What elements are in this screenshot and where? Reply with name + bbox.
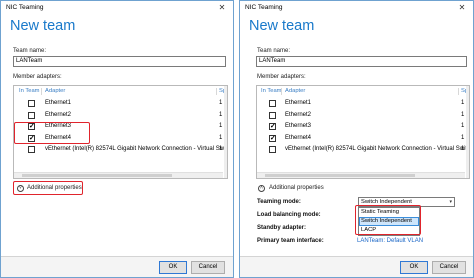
checkbox[interactable] xyxy=(28,100,35,107)
team-name-label: Team name: xyxy=(257,48,291,54)
teaming-mode-label: Teaming mode: xyxy=(257,199,301,205)
vertical-scrollbar[interactable] xyxy=(466,86,469,178)
team-name-label: Team name: xyxy=(13,48,47,54)
highlight-teaming-mode-options xyxy=(355,205,421,235)
checkbox[interactable] xyxy=(28,146,35,153)
dropdown-arrow-icon: ▾ xyxy=(449,199,452,205)
list-item[interactable]: Ethernet11 G xyxy=(14,98,227,109)
cancel-button[interactable]: Cancel xyxy=(191,261,225,274)
vertical-scrollbar[interactable] xyxy=(224,86,227,178)
column-adapter[interactable]: Adapter xyxy=(285,86,305,97)
checkbox[interactable] xyxy=(28,111,35,119)
table-header: In Team Adapter Sp xyxy=(257,86,469,97)
additional-properties-link[interactable]: Additional properties xyxy=(269,185,324,191)
collapse-chevron-icon[interactable]: ˄ xyxy=(258,185,265,192)
member-adapters-table: In Team Adapter Sp Ethernet11 GEthernet2… xyxy=(256,85,470,179)
cancel-button[interactable]: Cancel xyxy=(432,261,466,274)
horizontal-scrollbar[interactable] xyxy=(257,172,465,178)
list-item[interactable]: ✓Ethernet41 G xyxy=(257,133,469,144)
checkbox-checked[interactable]: ✓ xyxy=(269,134,276,142)
member-adapters-label: Member adapters: xyxy=(257,74,306,80)
nic-teaming-window-left: NIC Teaming ✕ New team Team name: LANTea… xyxy=(0,0,234,278)
adapter-name: vEthernet (Intel(R) 82574L Gigabit Netwo… xyxy=(45,146,228,152)
ok-button[interactable]: OK xyxy=(159,261,187,274)
close-icon[interactable]: ✕ xyxy=(451,1,473,14)
dialog-footer: OK Cancel xyxy=(240,256,473,277)
page-heading: New team xyxy=(10,18,76,34)
dialog-footer: OK Cancel xyxy=(1,256,233,277)
column-in-team[interactable]: In Team xyxy=(261,86,282,97)
checkbox-checked[interactable]: ✓ xyxy=(269,123,276,130)
adapter-name: Ethernet2 xyxy=(45,111,72,118)
ok-button[interactable]: OK xyxy=(400,261,428,274)
list-item[interactable]: Ethernet21 G xyxy=(257,110,469,121)
page-heading: New team xyxy=(249,18,315,34)
column-adapter[interactable]: Adapter xyxy=(45,86,65,97)
checkbox[interactable] xyxy=(269,100,276,107)
list-item[interactable]: ✓Ethernet31 G xyxy=(257,121,469,132)
window-title: NIC Teaming xyxy=(245,4,283,11)
window-title: NIC Teaming xyxy=(6,4,44,11)
standby-adapter-label: Standby adapter: xyxy=(257,225,307,231)
column-in-team[interactable]: In Team xyxy=(19,86,40,97)
member-adapters-label: Member adapters: xyxy=(13,74,62,80)
primary-interface-label: Primary team interface: xyxy=(257,238,324,244)
team-name-input[interactable]: LANTeam xyxy=(256,56,467,67)
adapter-name: Ethernet1 xyxy=(45,100,72,106)
load-balancing-label: Load balancing mode: xyxy=(257,212,321,218)
list-item[interactable]: vEthernet (Intel(R) 82574L Gigabit Netwo… xyxy=(257,144,469,155)
adapter-name: Ethernet1 xyxy=(285,100,312,106)
close-icon[interactable]: ✕ xyxy=(211,1,233,14)
team-name-input[interactable]: LANTeam xyxy=(13,56,226,67)
adapter-name: Ethernet4 xyxy=(285,134,312,141)
list-item[interactable]: Ethernet21 G xyxy=(14,110,227,121)
checkbox[interactable] xyxy=(269,146,276,153)
primary-interface-link[interactable]: LANTeam: Default VLAN xyxy=(357,238,423,244)
highlight-additional-properties xyxy=(13,181,83,195)
adapter-name: Ethernet3 xyxy=(285,123,312,129)
adapter-name: vEthernet (Intel(R) 82574L Gigabit Netwo… xyxy=(285,146,470,152)
checkbox[interactable] xyxy=(269,111,276,119)
list-item[interactable]: vEthernet (Intel(R) 82574L Gigabit Netwo… xyxy=(14,144,227,155)
table-header: In Team Adapter Sp xyxy=(14,86,227,97)
list-item[interactable]: Ethernet11 G xyxy=(257,98,469,109)
horizontal-scrollbar[interactable] xyxy=(14,172,223,178)
nic-teaming-window-right: NIC Teaming ✕ New team Team name: LANTea… xyxy=(239,0,474,278)
highlight-selected-adapters xyxy=(14,122,90,144)
adapter-name: Ethernet2 xyxy=(285,111,312,118)
